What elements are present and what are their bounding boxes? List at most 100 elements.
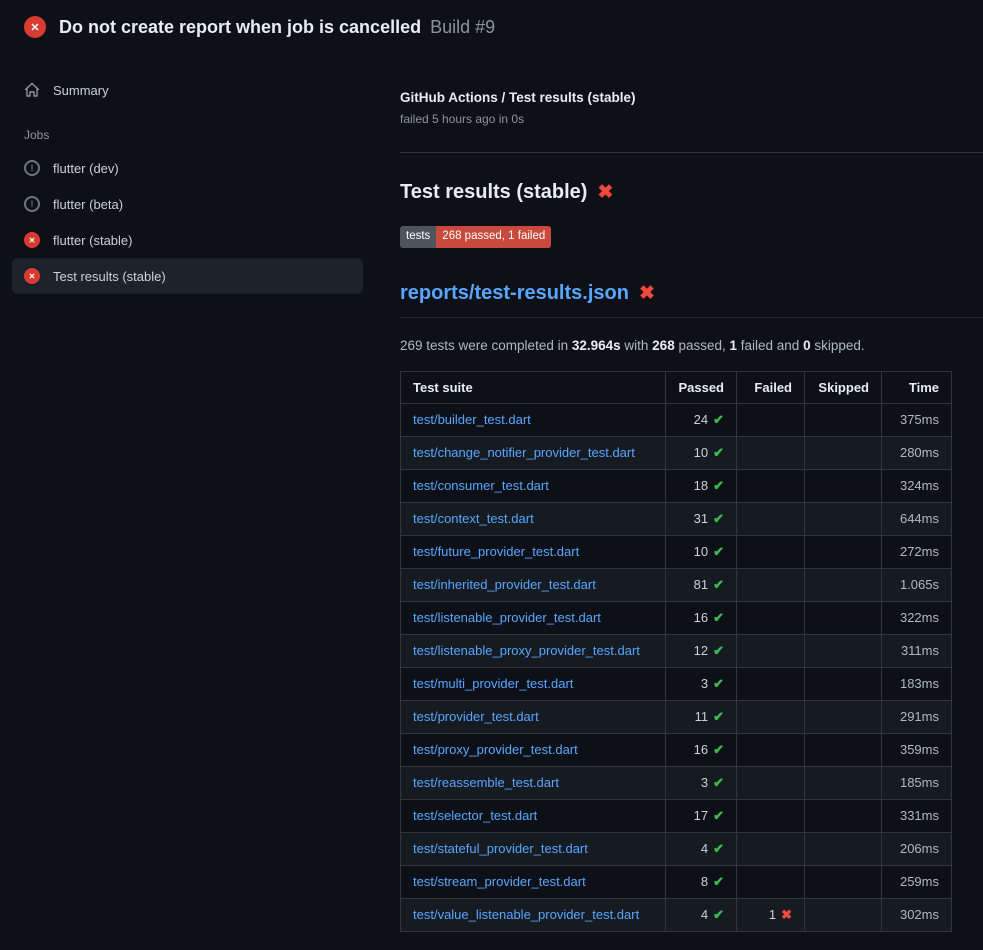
job-label: Test results (stable) <box>53 269 166 284</box>
check-icon: ✔ <box>713 808 724 823</box>
table-row: test/multi_provider_test.dart 3 ✔ 183ms <box>401 667 952 700</box>
check-icon: ✔ <box>713 577 724 592</box>
table-row: test/stream_provider_test.dart8✔259ms <box>401 865 952 898</box>
time-cell: 183ms <box>882 667 952 700</box>
check-icon: ✔ <box>713 676 724 691</box>
failed-cell <box>737 865 805 898</box>
suite-link[interactable]: test/consumer_test.dart <box>413 478 549 493</box>
table-row: test/reassemble_test.dart 3✔ 185ms <box>401 766 952 799</box>
failed-cell <box>737 568 805 601</box>
suite-cell: test/reassemble_test.dart <box>401 766 666 799</box>
skipped-cell <box>805 832 882 865</box>
suite-link[interactable]: test/change_notifier_provider_test.dart <box>413 445 635 460</box>
suite-link[interactable]: test/listenable_provider_test.dart <box>413 610 601 625</box>
count-value: 3 <box>701 676 708 691</box>
passed-cell: 16 ✔ <box>666 733 737 766</box>
summary-text: passed, <box>675 338 730 353</box>
summary-value: 0 <box>803 338 811 353</box>
badge-label: tests <box>400 226 436 248</box>
suite-link[interactable]: test/proxy_provider_test.dart <box>413 742 578 757</box>
sidebar-job-item[interactable]: ✕flutter (stable) <box>12 222 363 258</box>
passed-cell: 4✔ <box>666 832 737 865</box>
table-row: test/consumer_test.dart18✔324ms <box>401 469 952 502</box>
column-header: Passed <box>666 371 737 403</box>
check-icon: ✔ <box>713 412 724 427</box>
count-value: 18 <box>694 478 708 493</box>
sidebar-job-item[interactable]: !flutter (beta) <box>12 186 363 222</box>
failed-cell <box>737 436 805 469</box>
suite-link[interactable]: test/provider_test.dart <box>413 709 539 724</box>
x-icon: ✖ <box>639 284 655 303</box>
passed-cell: 4✔ <box>666 898 737 931</box>
failed-cell <box>737 502 805 535</box>
suite-link[interactable]: test/selector_test.dart <box>413 808 537 823</box>
results-table-head-row: Test suitePassedFailedSkippedTime <box>401 371 952 403</box>
count-value: 4 <box>701 841 708 856</box>
suite-link[interactable]: test/inherited_provider_test.dart <box>413 577 596 592</box>
suite-cell: test/stream_provider_test.dart <box>401 865 666 898</box>
table-row: test/context_test.dart 31✔ 644ms <box>401 502 952 535</box>
time-cell: 331ms <box>882 799 952 832</box>
alert-circle-icon: ! <box>24 160 40 176</box>
sidebar-job-item[interactable]: !flutter (dev) <box>12 150 363 186</box>
alert-circle-icon: ! <box>24 196 40 212</box>
passed-cell: 31✔ <box>666 502 737 535</box>
summary-line: 269 tests were completed in 32.964s with… <box>400 338 983 353</box>
summary-value: 32.964s <box>572 338 621 353</box>
x-circle-icon: ✕ <box>24 16 46 38</box>
breadcrumb: GitHub Actions / Test results (stable) <box>400 90 983 105</box>
skipped-cell <box>805 799 882 832</box>
sidebar-item-summary[interactable]: Summary <box>12 72 363 108</box>
passed-cell: 18 ✔ <box>666 469 737 502</box>
results-table-body: test/builder_test.dart24✔375mstest/chang… <box>401 403 952 931</box>
passed-cell: 17 ✔ <box>666 799 737 832</box>
section-head: Test results (stable) ✖ <box>400 181 983 204</box>
check-icon: ✔ <box>713 841 724 856</box>
x-circle-icon: ✕ <box>24 268 40 284</box>
time-cell: 1.065s <box>882 568 952 601</box>
suite-link[interactable]: test/listenable_proxy_provider_test.dart <box>413 643 640 658</box>
suite-link[interactable]: test/stream_provider_test.dart <box>413 874 586 889</box>
summary-text: failed and <box>737 338 803 353</box>
suite-cell: test/multi_provider_test.dart <box>401 667 666 700</box>
check-icon: ✔ <box>713 643 724 658</box>
failed-cell <box>737 799 805 832</box>
summary-text: skipped. <box>811 338 865 353</box>
failed-cell <box>737 667 805 700</box>
column-header: Failed <box>737 371 805 403</box>
failed-cell <box>737 766 805 799</box>
count-value: 16 <box>694 610 708 625</box>
check-icon: ✔ <box>713 478 724 493</box>
build-header: ✕ Do not create report when job is cance… <box>0 0 983 50</box>
time-cell: 644ms <box>882 502 952 535</box>
column-header: Test suite <box>401 371 666 403</box>
jobs-list: !flutter (dev)!flutter (beta)✕flutter (s… <box>12 150 363 294</box>
suite-link[interactable]: test/stateful_provider_test.dart <box>413 841 588 856</box>
table-row: test/proxy_provider_test.dart 16 ✔ 359ms <box>401 733 952 766</box>
count-value: 16 <box>694 742 708 757</box>
count-value: 17 <box>694 808 708 823</box>
suite-link[interactable]: test/multi_provider_test.dart <box>413 676 573 691</box>
suite-link[interactable]: test/reassemble_test.dart <box>413 775 559 790</box>
table-row: test/stateful_provider_test.dart4✔206ms <box>401 832 952 865</box>
time-cell: 185ms <box>882 766 952 799</box>
time-cell: 359ms <box>882 733 952 766</box>
skipped-cell <box>805 535 882 568</box>
report-link[interactable]: reports/test-results.json <box>400 282 629 305</box>
suite-link[interactable]: test/context_test.dart <box>413 511 534 526</box>
summary-value: 1 <box>730 338 738 353</box>
build-number: Build #9 <box>430 17 495 38</box>
check-icon: ✔ <box>713 742 724 757</box>
count-value: 10 <box>694 544 708 559</box>
table-row: test/provider_test.dart11✔291ms <box>401 700 952 733</box>
passed-cell: 3✔ <box>666 766 737 799</box>
passed-cell: 10✔ <box>666 535 737 568</box>
table-row: test/value_listenable_provider_test.dart… <box>401 898 952 931</box>
suite-link[interactable]: test/builder_test.dart <box>413 412 531 427</box>
sidebar-job-item[interactable]: ✕ Test results (stable) <box>12 258 363 294</box>
suite-cell: test/proxy_provider_test.dart <box>401 733 666 766</box>
skipped-cell <box>805 700 882 733</box>
suite-link[interactable]: test/value_listenable_provider_test.dart <box>413 907 639 922</box>
time-cell: 322ms <box>882 601 952 634</box>
suite-link[interactable]: test/future_provider_test.dart <box>413 544 579 559</box>
